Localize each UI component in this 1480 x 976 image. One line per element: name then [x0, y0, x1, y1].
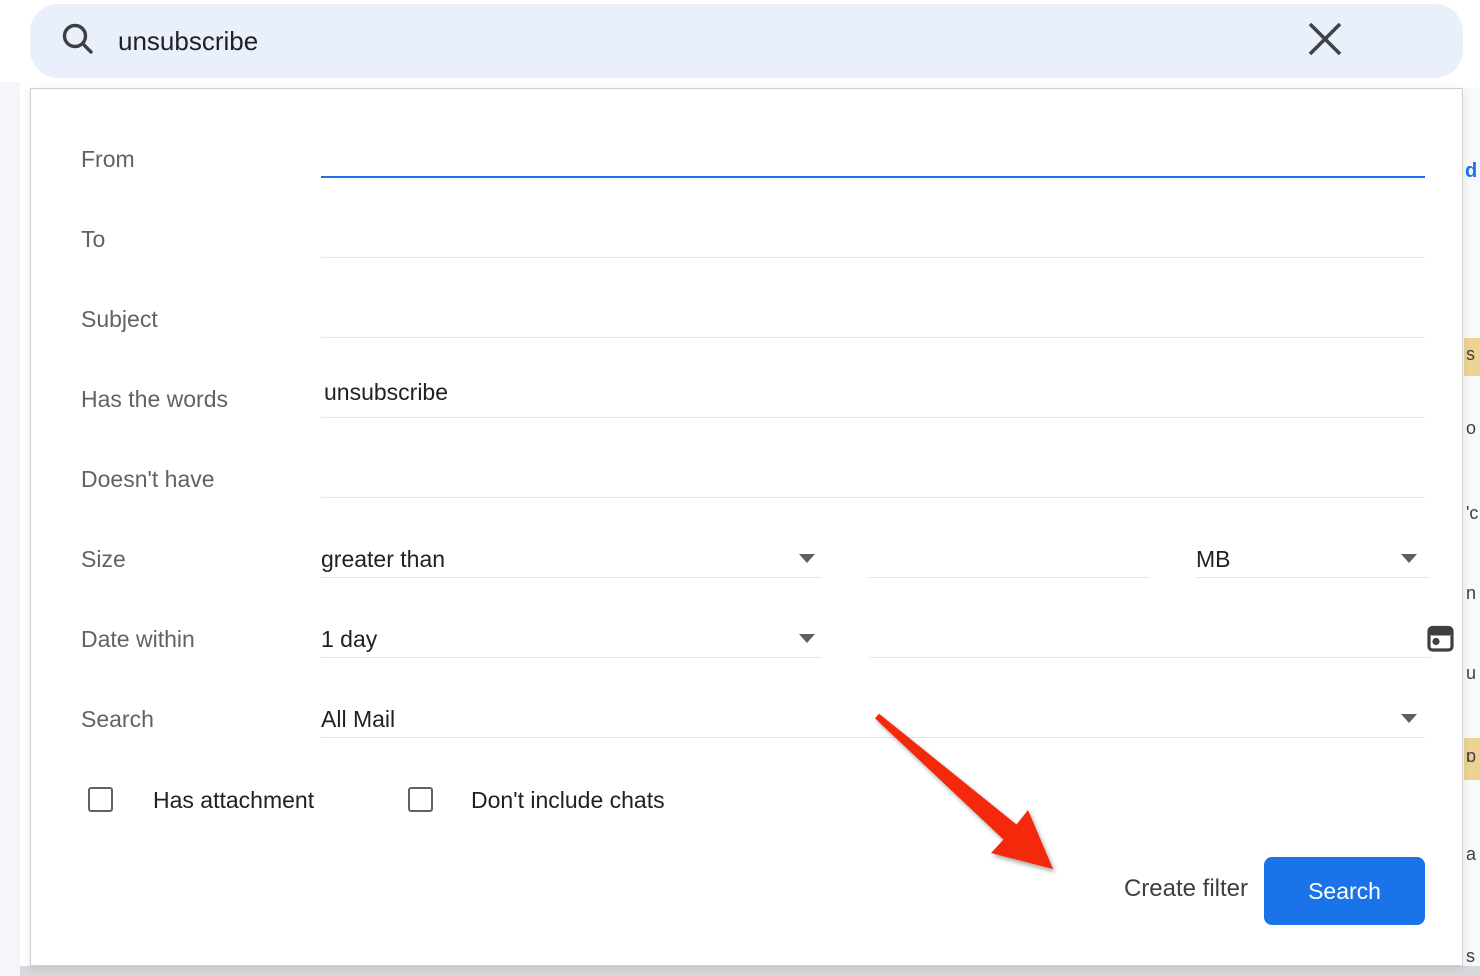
size-operator-underline	[321, 577, 821, 578]
clipped-text-fragment: o	[1466, 418, 1478, 434]
subject-label: Subject	[81, 304, 158, 334]
clipped-text-fragment: u	[1466, 663, 1478, 679]
to-input[interactable]	[321, 219, 1421, 246]
to-underline	[321, 257, 1425, 258]
size-unit-underline	[1196, 577, 1429, 578]
search-scope-label: Search	[81, 704, 154, 734]
calendar-icon[interactable]	[1427, 623, 1454, 657]
doesnt-have-label: Doesn't have	[81, 464, 215, 494]
size-unit-dropdown[interactable]: MB	[1196, 544, 1231, 574]
has-attachment-checkbox[interactable]	[88, 787, 113, 812]
search-query-text[interactable]: unsubscribe	[118, 26, 1307, 57]
date-value-input[interactable]	[869, 624, 1389, 651]
size-amount-input[interactable]	[869, 544, 1139, 571]
has-words-underline	[321, 417, 1425, 418]
date-range-underline	[321, 657, 821, 658]
background-left-strip	[0, 82, 20, 976]
clipped-text-fragment: s	[1466, 946, 1478, 962]
date-within-label: Date within	[81, 624, 195, 654]
date-value-underline	[869, 657, 1431, 658]
to-label: To	[81, 224, 105, 254]
clipped-text-fragment: n	[1466, 583, 1478, 599]
close-icon[interactable]	[1307, 21, 1343, 62]
background-email-list-sliver: d s o 'c n u p a s	[1464, 88, 1480, 966]
subject-underline	[321, 337, 1425, 338]
size-operator-dropdown[interactable]: greater than	[321, 544, 445, 574]
chevron-down-icon[interactable]	[799, 634, 815, 643]
has-words-input[interactable]	[324, 379, 1421, 406]
chevron-down-icon[interactable]	[1401, 554, 1417, 563]
dont-include-chats-checkbox[interactable]	[408, 787, 433, 812]
has-attachment-label: Has attachment	[153, 785, 314, 815]
has-words-label: Has the words	[81, 384, 228, 414]
search-button[interactable]: Search	[1264, 857, 1425, 925]
search-scope-dropdown[interactable]: All Mail	[321, 704, 395, 734]
doesnt-have-underline	[321, 497, 1425, 498]
search-filter-dialog: From To Subject Has the words Doesn't ha…	[30, 88, 1463, 966]
size-amount-underline	[869, 577, 1149, 578]
search-scope-underline	[321, 737, 1425, 738]
clipped-text-fragment: s	[1466, 344, 1478, 360]
chevron-down-icon[interactable]	[799, 554, 815, 563]
from-input[interactable]	[321, 139, 1421, 166]
clipped-link-fragment: d	[1465, 160, 1477, 182]
size-label: Size	[81, 544, 126, 574]
date-range-dropdown[interactable]: 1 day	[321, 624, 377, 654]
from-underline	[321, 176, 1425, 178]
doesnt-have-input[interactable]	[321, 459, 1421, 486]
from-label: From	[81, 144, 135, 174]
clipped-text-fragment: 'c	[1466, 503, 1478, 519]
chevron-down-icon[interactable]	[1401, 714, 1417, 723]
create-filter-button[interactable]: Create filter	[1056, 875, 1248, 903]
dont-include-chats-label: Don't include chats	[471, 785, 665, 815]
search-icon	[60, 21, 96, 62]
clipped-text-fragment: a	[1466, 844, 1478, 860]
clipped-text-fragment: p	[1466, 746, 1478, 762]
background-bottom-strip	[20, 966, 1480, 976]
subject-input[interactable]	[321, 299, 1421, 326]
search-bar[interactable]: unsubscribe	[30, 4, 1463, 78]
